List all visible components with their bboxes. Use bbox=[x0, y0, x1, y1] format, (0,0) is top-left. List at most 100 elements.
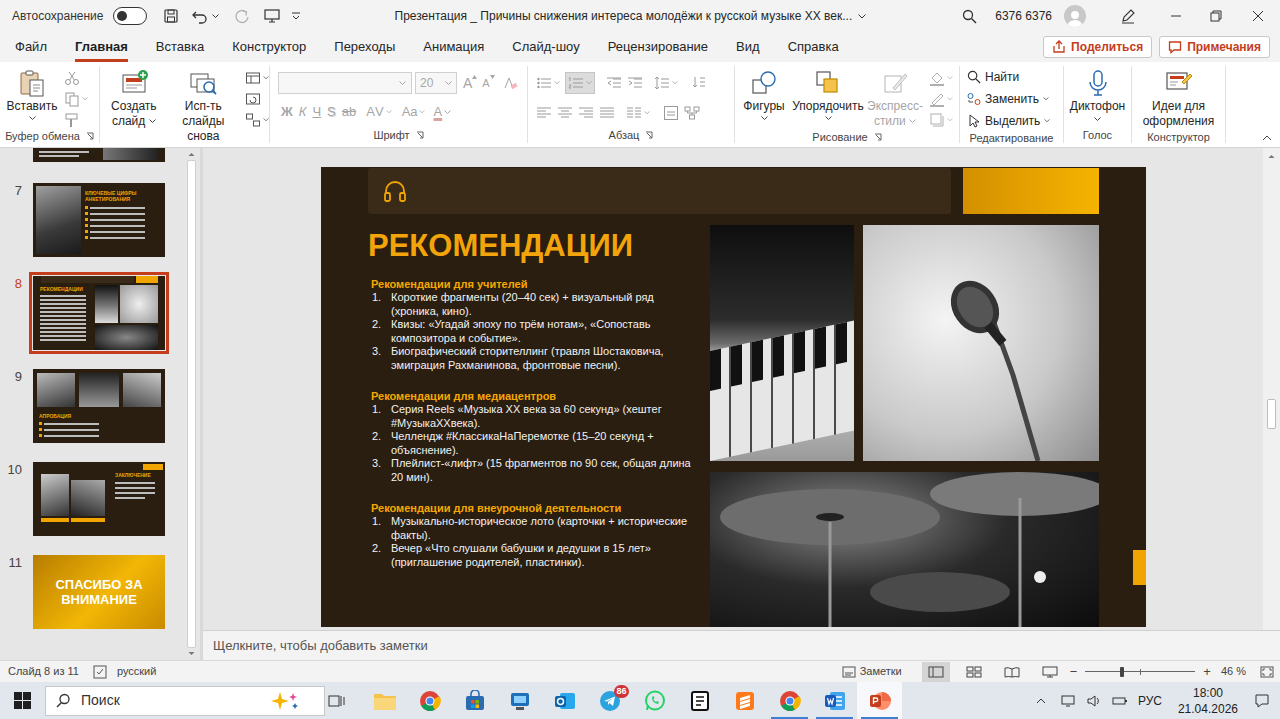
pen-icon[interactable] bbox=[1116, 8, 1140, 24]
slideshow-icon[interactable] bbox=[263, 8, 281, 24]
scroll-thumb[interactable] bbox=[1267, 399, 1276, 429]
scroll-up-icon[interactable] bbox=[1268, 154, 1275, 159]
shapes-button[interactable]: Фигуры bbox=[739, 66, 789, 129]
taskbar-app[interactable] bbox=[677, 682, 722, 719]
font-style-button[interactable]: К bbox=[296, 102, 310, 122]
taskbar-app[interactable] bbox=[362, 682, 407, 719]
reset-icon[interactable] bbox=[245, 91, 261, 107]
slide-section[interactable]: Рекомендации для медиацентров1.Серия Ree… bbox=[368, 389, 698, 484]
scroll-thumb[interactable] bbox=[187, 160, 196, 648]
thumbnail-partial[interactable] bbox=[33, 148, 165, 162]
thumbnail-row[interactable]: 10ЗАКЛЮЧЕНИЕ bbox=[0, 462, 185, 536]
cut-icon[interactable] bbox=[64, 70, 80, 86]
view-button[interactable] bbox=[998, 662, 1026, 682]
taskbar-app[interactable] bbox=[632, 682, 677, 719]
design-ideas-button[interactable]: Идеи для оформления bbox=[1132, 66, 1225, 129]
align-left-icon[interactable] bbox=[536, 105, 552, 121]
slide[interactable]: РЕКОМЕНДАЦИИ Рекомендации для учителей1.К… bbox=[321, 167, 1146, 627]
quick-styles-button[interactable]: Экспресс-стили bbox=[867, 66, 923, 129]
slide-thumbnail[interactable]: РЕКОМЕНДАЦИИ bbox=[33, 276, 165, 350]
effects-icon[interactable] bbox=[929, 112, 945, 128]
taskbar-app[interactable] bbox=[452, 682, 497, 719]
font-style-button[interactable]: S bbox=[324, 102, 339, 122]
save-icon[interactable] bbox=[159, 4, 183, 28]
align-right-icon[interactable] bbox=[578, 105, 594, 121]
reuse-slides-button[interactable]: Исп-ть слайды снова bbox=[166, 66, 241, 144]
slide-section[interactable]: Рекомендации для внеурочной деятельности… bbox=[368, 501, 698, 569]
text-direction-icon[interactable] bbox=[691, 75, 707, 91]
new-slide-button[interactable]: Создать слайд bbox=[106, 66, 162, 144]
close-icon[interactable] bbox=[1236, 10, 1280, 22]
zoom-thumb[interactable] bbox=[1120, 667, 1124, 677]
font-name-field[interactable] bbox=[278, 72, 412, 94]
fit-slide-icon[interactable] bbox=[1260, 666, 1274, 678]
section-icon[interactable] bbox=[245, 112, 261, 128]
select-button[interactable]: Выделить bbox=[967, 112, 1063, 130]
start-button[interactable] bbox=[0, 692, 45, 709]
taskbar-app[interactable] bbox=[542, 682, 587, 719]
ribbon-tab[interactable]: Справка bbox=[774, 32, 853, 62]
ribbon-tab[interactable]: Рецензирование bbox=[594, 32, 722, 62]
ribbon-tab[interactable]: Файл bbox=[1, 32, 61, 62]
decrease-indent-icon[interactable] bbox=[606, 75, 622, 91]
slide-thumbnail[interactable]: СПАСИБО ЗА ВНИМАНИЕ bbox=[33, 555, 165, 629]
zoom-level[interactable]: 46 % bbox=[1221, 663, 1246, 680]
format-painter-icon[interactable] bbox=[64, 112, 80, 128]
taskbar-app[interactable]: 86 bbox=[587, 682, 632, 719]
notifications-icon[interactable] bbox=[1254, 693, 1270, 709]
minimize-icon[interactable] bbox=[1156, 10, 1196, 22]
font-style-button[interactable]: Ж bbox=[278, 102, 296, 122]
undo-icon[interactable] bbox=[191, 8, 219, 24]
launcher-icon[interactable] bbox=[86, 132, 94, 140]
slide-title[interactable]: РЕКОМЕНДАЦИИ bbox=[368, 228, 698, 264]
copilot-sparkle-icon[interactable] bbox=[268, 690, 302, 712]
taskbar-app[interactable] bbox=[407, 682, 452, 719]
replace-button[interactable]: Заменить bbox=[967, 90, 1063, 108]
search-icon[interactable] bbox=[959, 9, 979, 24]
view-button[interactable] bbox=[960, 662, 988, 682]
font-style-button[interactable]: Aa bbox=[399, 102, 428, 122]
notes-pane[interactable]: Щелкните, чтобы добавить заметки bbox=[203, 630, 1280, 660]
clock[interactable]: 18:00 21.04.2026 bbox=[1178, 685, 1238, 717]
taskbar-app[interactable] bbox=[497, 682, 542, 719]
ribbon-tab[interactable]: Слайд-шоу bbox=[498, 32, 593, 62]
view-button[interactable] bbox=[922, 662, 950, 682]
ribbon-tab[interactable]: Вставка bbox=[142, 32, 218, 62]
font-style-button[interactable]: Ч bbox=[309, 102, 324, 122]
taskbar-app[interactable] bbox=[722, 682, 767, 719]
collapse-ribbon-icon[interactable] bbox=[1262, 135, 1272, 141]
scroll-down-icon[interactable] bbox=[188, 651, 195, 656]
zoom-track[interactable] bbox=[1085, 666, 1195, 678]
slide-thumbnail[interactable]: КЛЮЧЕВЫЕ ЦИФРЫ АНКЕТИРОВАНИЯ bbox=[33, 183, 165, 257]
task-view-button[interactable] bbox=[325, 693, 349, 709]
editor-scrollbar[interactable] bbox=[1263, 148, 1280, 630]
launcher-icon[interactable] bbox=[645, 131, 653, 139]
thumbnail-row[interactable]: 7КЛЮЧЕВЫЕ ЦИФРЫ АНКЕТИРОВАНИЯ bbox=[0, 183, 185, 257]
launcher-icon[interactable] bbox=[874, 133, 882, 141]
ribbon-tab[interactable]: Анимация bbox=[409, 32, 498, 62]
accessibility-icon[interactable] bbox=[93, 665, 107, 679]
align-center-icon[interactable] bbox=[557, 105, 573, 121]
slide-section[interactable]: Рекомендации для учителей1.Короткие фраг… bbox=[368, 277, 698, 372]
ribbon-tab[interactable]: Вид bbox=[722, 32, 774, 62]
thumbnail-row[interactable]: 11СПАСИБО ЗА ВНИМАНИЕ bbox=[0, 555, 185, 629]
slide-thumbnail[interactable]: АПРОБАЦИЯ bbox=[33, 369, 165, 443]
user-name[interactable]: 6376 6376 bbox=[995, 7, 1052, 25]
language-indicator[interactable]: русский bbox=[117, 663, 156, 680]
font-style-button[interactable]: ab bbox=[339, 102, 359, 122]
line-spacing-button[interactable] bbox=[654, 75, 678, 91]
network-icon[interactable] bbox=[1060, 694, 1076, 708]
find-button[interactable]: Найти bbox=[967, 68, 1063, 86]
columns-button[interactable] bbox=[626, 105, 650, 121]
launcher-icon[interactable] bbox=[416, 131, 424, 139]
tray-expand-icon[interactable] bbox=[1036, 698, 1046, 704]
autosave-toggle[interactable] bbox=[113, 7, 147, 25]
ribbon-tab[interactable]: Главная bbox=[61, 32, 142, 62]
shrink-font-button[interactable]: A bbox=[482, 75, 494, 91]
font-style-button[interactable]: AV bbox=[363, 102, 394, 122]
thumbnail-scrollbar[interactable] bbox=[185, 148, 197, 660]
search-box[interactable]: Поиск bbox=[45, 686, 325, 716]
taskbar-app[interactable] bbox=[857, 682, 902, 719]
smartart-icon[interactable] bbox=[684, 105, 700, 121]
increase-indent-icon[interactable] bbox=[627, 75, 643, 91]
